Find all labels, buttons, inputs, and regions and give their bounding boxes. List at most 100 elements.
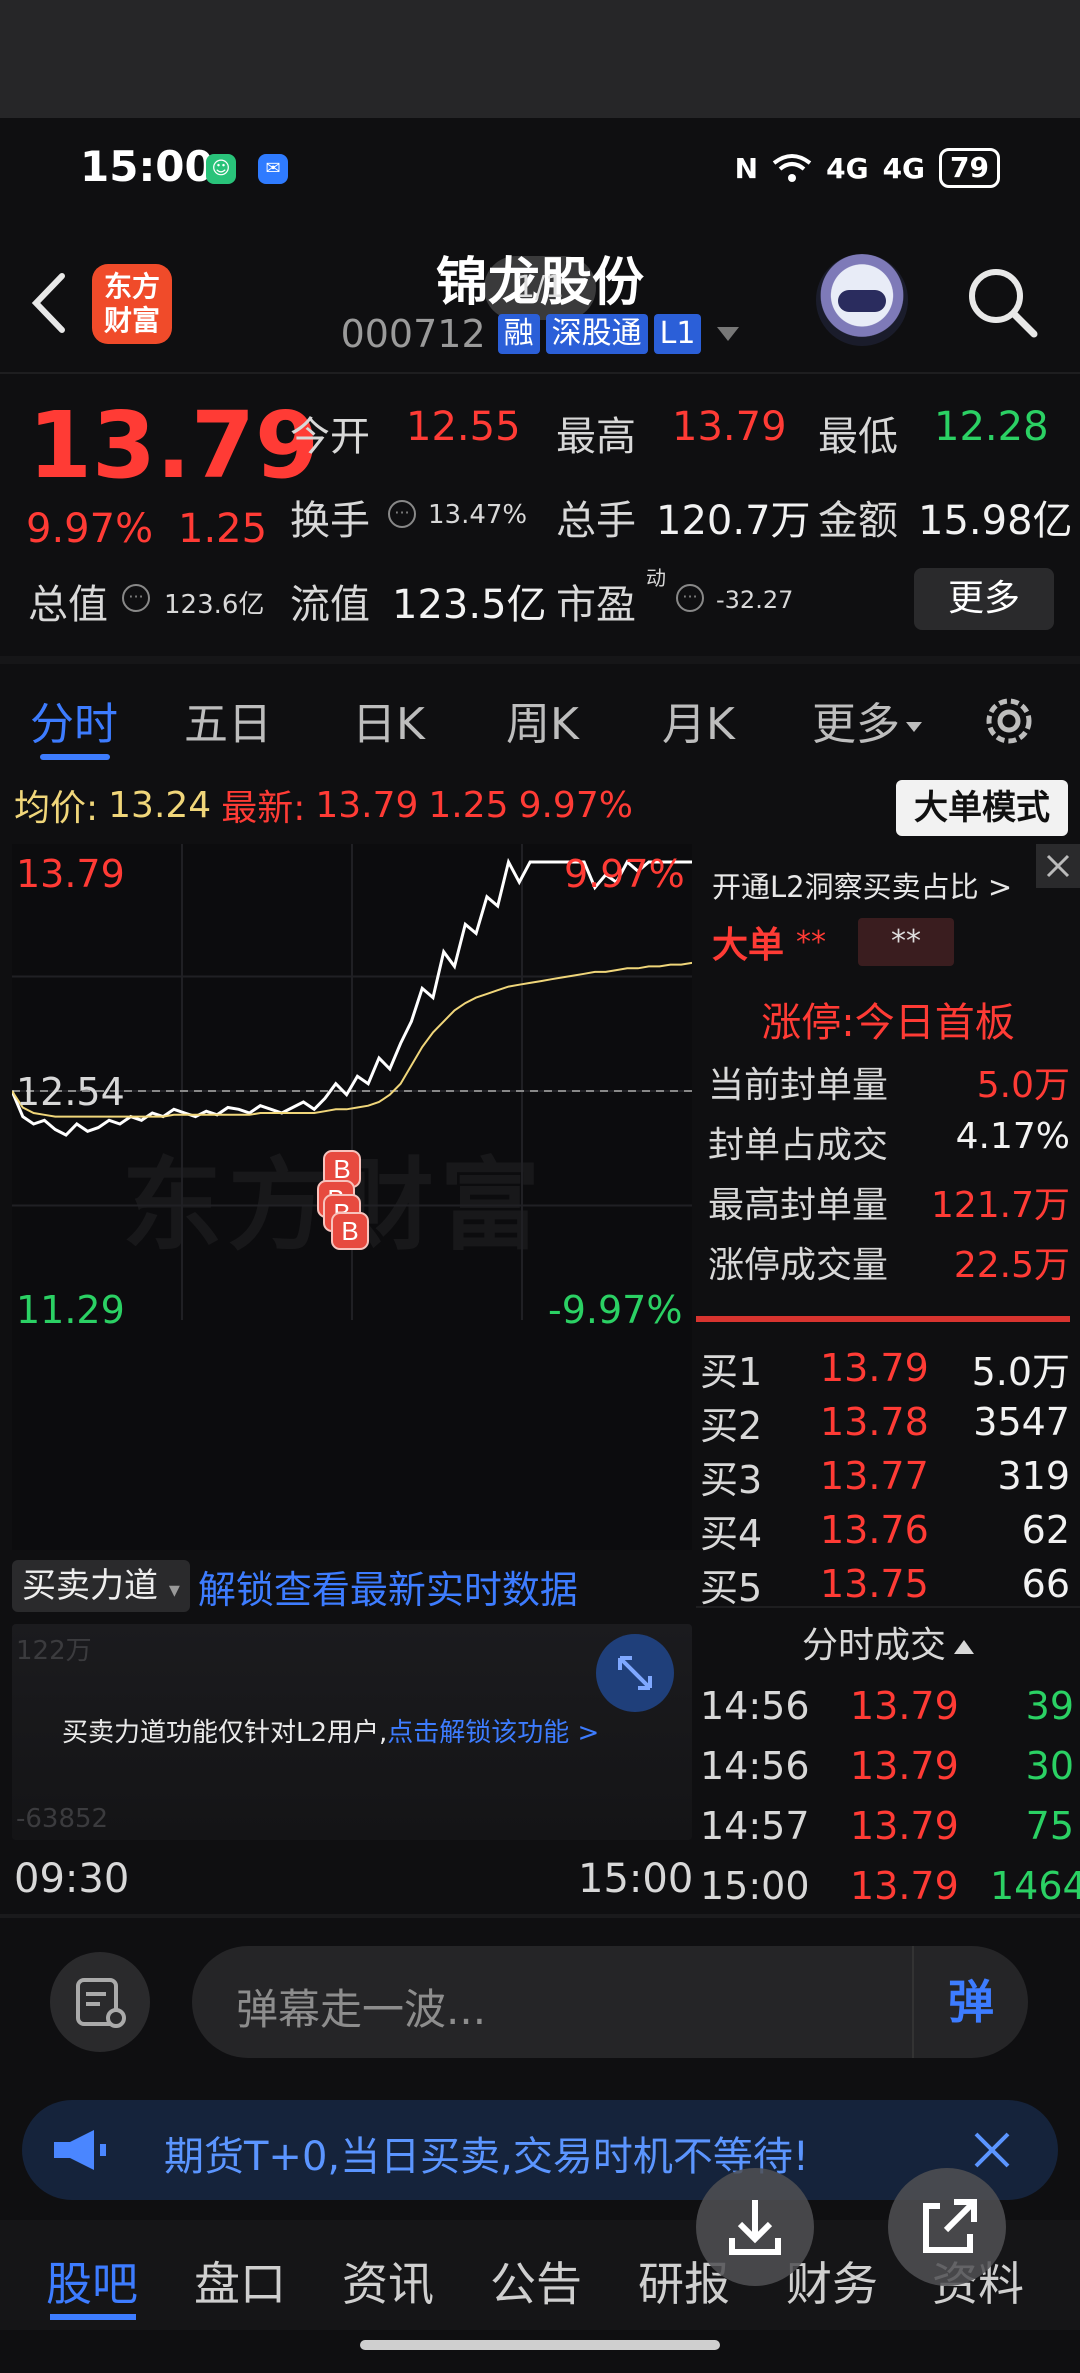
time-end-label: 15:00: [578, 1856, 694, 1902]
more-quote-button[interactable]: 更多: [914, 568, 1054, 630]
info-icon[interactable]: ···: [676, 584, 704, 612]
pe-label: 市盈: [556, 582, 636, 628]
gear-icon[interactable]: [978, 690, 1040, 752]
buy-sell-force-row: 买卖力道 ▾ 解锁查看最新实时数据: [12, 1556, 692, 1616]
close-icon[interactable]: [1036, 844, 1080, 888]
ob-price: 13.79: [820, 1346, 929, 1390]
buy-sell-force-panel: 122万 -63852 买卖力道功能仅针对L2用户,点击解锁该功能 >: [12, 1624, 692, 1840]
tab-weekly-k[interactable]: 周K: [506, 688, 579, 752]
tab-forum[interactable]: 股吧: [46, 2248, 138, 2314]
ob-label: 买1: [700, 1349, 763, 1394]
divider: [0, 1914, 1080, 1918]
share-button[interactable]: [888, 2168, 1006, 2286]
ticks-title[interactable]: 分时成交: [696, 1616, 1080, 1668]
nfc-icon: N: [734, 151, 759, 185]
stock-code-row[interactable]: 000712 融 深股通 L1: [0, 312, 1080, 356]
limit-row: 当前封单量 5.0万: [708, 1056, 1070, 1108]
tick-price: 13.79: [850, 1684, 959, 1728]
buy-marker: B: [331, 1212, 369, 1250]
signal-2-icon: 4G: [882, 151, 926, 185]
intraday-chart[interactable]: 东方财富 BBBB 13.79 9.97% 12.54 11.29 -9.97%: [12, 844, 692, 1550]
ob-price: 13.78: [820, 1400, 929, 1444]
low-label: 最低: [818, 414, 898, 460]
danmu-placeholder: 弹幕走一波...: [236, 1985, 487, 2034]
stock-code: 000712: [340, 312, 486, 356]
info-icon[interactable]: ···: [122, 584, 150, 612]
time-start-label: 09:30: [14, 1856, 130, 1902]
status-time: 15:00: [80, 142, 214, 191]
change-percent: 9.97%: [26, 506, 154, 552]
divider: [0, 656, 1080, 664]
chevron-down-icon: [906, 722, 922, 732]
tick-price: 13.79: [850, 1744, 959, 1788]
right-panel: 开通L2洞察买卖占比 > 大单 ** ** 涨停:今日首板 当前封单量 5.0万 …: [696, 844, 1080, 1912]
limit-row-key: 最高封单量: [708, 1185, 889, 1226]
order-book-row: 买4 13.76 62: [700, 1504, 1074, 1556]
tab-five-day[interactable]: 五日: [184, 688, 272, 752]
divider: [0, 372, 1080, 374]
tick-row: 15:00 13.79 1464: [700, 1858, 1080, 1914]
tick-row: 14:56 13.79 39: [700, 1678, 1074, 1734]
tick-time: 14:57: [700, 1804, 810, 1848]
chart-tabs: 分时 五日 日K 周K 月K 更多: [0, 676, 1080, 766]
dropdown-icon: [717, 327, 740, 341]
volume-label: 总手: [556, 498, 636, 544]
tick-volume: 75: [1025, 1804, 1074, 1848]
limit-row: 涨停成交量 22.5万: [708, 1236, 1070, 1288]
buy-marker-label: B: [333, 1154, 350, 1184]
high-label: 最高: [556, 414, 636, 460]
tick-price: 13.79: [850, 1864, 959, 1908]
chip-label: 买卖力道: [22, 1566, 158, 1606]
order-book-row: 买3 13.77 319: [700, 1450, 1074, 1502]
mktcap-label: 总值: [28, 582, 108, 628]
status-icons: N 4G 4G 79: [735, 148, 1000, 188]
ob-price: 13.75: [820, 1562, 929, 1606]
ob-label: 买2: [700, 1403, 763, 1448]
amount-value: 15.98亿: [918, 498, 1073, 544]
buy-sell-force-selector[interactable]: 买卖力道 ▾: [12, 1560, 190, 1612]
tab-monthly-k[interactable]: 月K: [662, 688, 735, 752]
ob-price: 13.76: [820, 1508, 929, 1552]
ob-volume: 5.0万: [971, 1349, 1070, 1394]
wifi-icon: [772, 154, 812, 182]
notice-text: 买卖力道功能仅针对L2用户,: [62, 1718, 388, 1748]
tick-price: 13.79: [850, 1804, 959, 1848]
pct-top-label: 9.97%: [564, 852, 685, 896]
home-indicator[interactable]: [360, 2340, 720, 2350]
tab-underline: [50, 2314, 136, 2320]
pe-value: -32.27: [716, 586, 794, 614]
latest-value: 13.79: [315, 784, 419, 826]
danmu-settings-icon[interactable]: [50, 1952, 150, 2052]
ticks-title-label: 分时成交: [801, 1625, 946, 1666]
megaphone-icon: [54, 2130, 106, 2170]
robot-assistant-icon[interactable]: [816, 254, 908, 346]
danmu-input[interactable]: 弹幕走一波... 弹: [192, 1946, 1028, 2058]
big-order-mode-button[interactable]: 大单模式: [896, 780, 1068, 836]
search-icon[interactable]: [962, 262, 1042, 342]
l2-insight-link[interactable]: 开通L2洞察买卖占比 >: [712, 864, 1012, 906]
tab-news[interactable]: 资讯: [342, 2248, 434, 2314]
turnover-label: 换手: [290, 498, 370, 544]
ob-label: 买4: [700, 1511, 763, 1556]
unlock-feature-link[interactable]: 点击解锁该功能 >: [387, 1718, 599, 1748]
limit-row: 封单占成交 4.17%: [708, 1116, 1070, 1168]
tab-announcements[interactable]: 公告: [490, 2248, 582, 2314]
unlock-realtime-link[interactable]: 解锁查看最新实时数据: [198, 1559, 578, 1614]
sort-up-icon: [954, 1640, 974, 1654]
latest-label: 最新:: [221, 788, 306, 829]
tab-more[interactable]: 更多: [812, 688, 922, 752]
connect-tag: 深股通: [545, 314, 648, 354]
download-button[interactable]: [696, 2168, 814, 2286]
ob-volume: 62: [1021, 1508, 1070, 1552]
info-icon[interactable]: ···: [388, 500, 416, 528]
margin-tag: 融: [497, 314, 540, 354]
latest-percent: 9.97%: [518, 784, 633, 826]
tab-more-label: 更多: [812, 699, 900, 750]
avg-value: 13.24: [108, 784, 212, 826]
tab-daily-k[interactable]: 日K: [352, 688, 425, 752]
avg-price-bar: 均价: 13.24 最新: 13.79 1.25 9.97%: [14, 778, 633, 832]
tab-intraday[interactable]: 分时: [30, 688, 118, 752]
expand-icon[interactable]: [596, 1634, 674, 1712]
danmu-send-button[interactable]: 弹: [912, 1946, 1028, 2058]
tab-market-depth[interactable]: 盘口: [194, 2248, 286, 2314]
